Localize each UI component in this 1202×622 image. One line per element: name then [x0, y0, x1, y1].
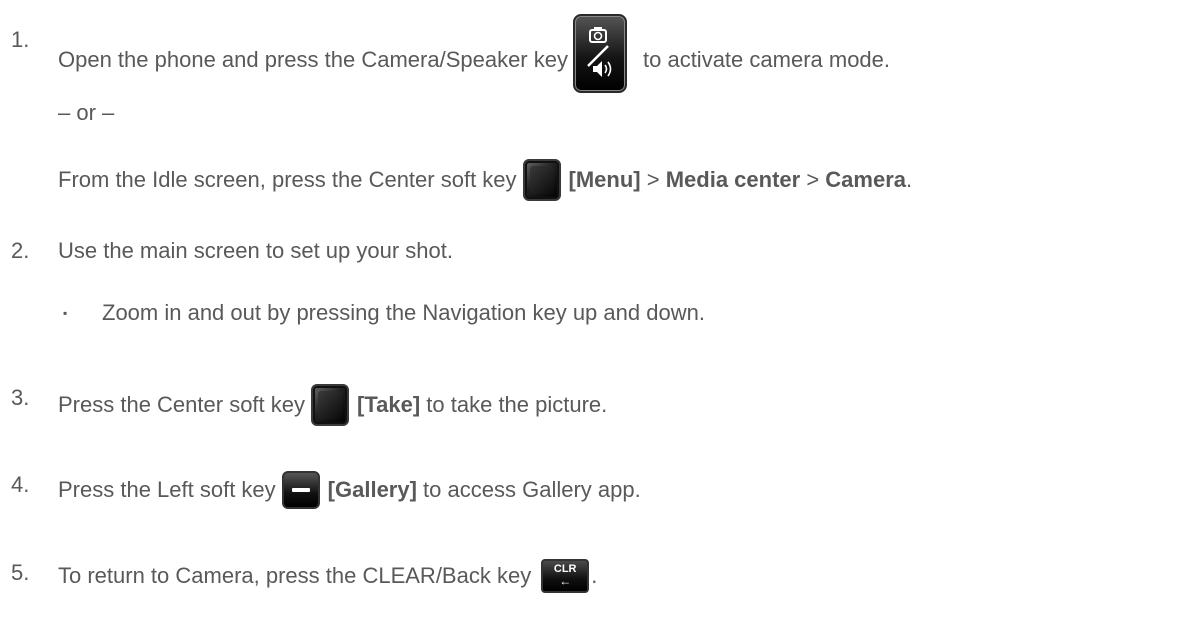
menu-label: [Menu] — [568, 167, 641, 192]
separator: > — [640, 167, 666, 192]
step-text: From the Idle screen, press the Center s… — [58, 159, 912, 201]
step-text: To return to Camera, press the CLEAR/Bac… — [58, 559, 597, 593]
step-number: 1. — [11, 27, 30, 52]
gallery-label: [Gallery] — [327, 477, 417, 502]
step-text-after: to access Gallery app. — [416, 477, 641, 502]
clear-back-key-icon: CLR ← — [541, 559, 590, 593]
bullet-icon: ▪ — [63, 306, 68, 320]
step-text: Press the Left soft key [Gallery] to acc… — [58, 471, 641, 509]
left-soft-key-icon — [281, 471, 320, 509]
step-text-after: . — [591, 563, 598, 588]
separator: > — [800, 167, 826, 192]
step-text: Open the phone and press the Camera/Spea… — [58, 14, 891, 93]
camera-label: Camera — [825, 167, 906, 192]
step-text: Press the Center soft key [Take] to take… — [58, 384, 607, 426]
sub-bullet-text: Zoom in and out by pressing the Navigati… — [102, 300, 705, 325]
step-text-before: Press the Left soft key — [58, 477, 276, 502]
step-text-after: to activate camera mode. — [643, 46, 891, 72]
step-number: 3. — [11, 385, 30, 410]
step-text: Use the main screen to set up your shot. — [58, 238, 453, 263]
step-number: 4. — [11, 472, 30, 497]
step-text-before: Open the phone and press the Camera/Spea… — [58, 46, 568, 72]
step-text-after: to take the picture. — [420, 392, 608, 417]
media-center-label: Media center — [665, 167, 801, 192]
period: . — [906, 167, 913, 192]
step-text-before: From the Idle screen, press the Center s… — [58, 167, 517, 192]
or-text: – or – — [58, 100, 115, 125]
center-soft-key-icon — [311, 384, 349, 426]
camera-speaker-key-icon — [573, 14, 627, 93]
step-text-before: Press the Center soft key — [58, 392, 305, 417]
step-number: 2. — [11, 238, 30, 263]
step-number: 5. — [11, 560, 30, 585]
center-soft-key-icon — [522, 159, 561, 201]
back-arrow-icon: ← — [559, 574, 572, 588]
step-text-before: To return to Camera, press the CLEAR/Bac… — [58, 563, 532, 588]
take-label: [Take] — [357, 392, 421, 417]
